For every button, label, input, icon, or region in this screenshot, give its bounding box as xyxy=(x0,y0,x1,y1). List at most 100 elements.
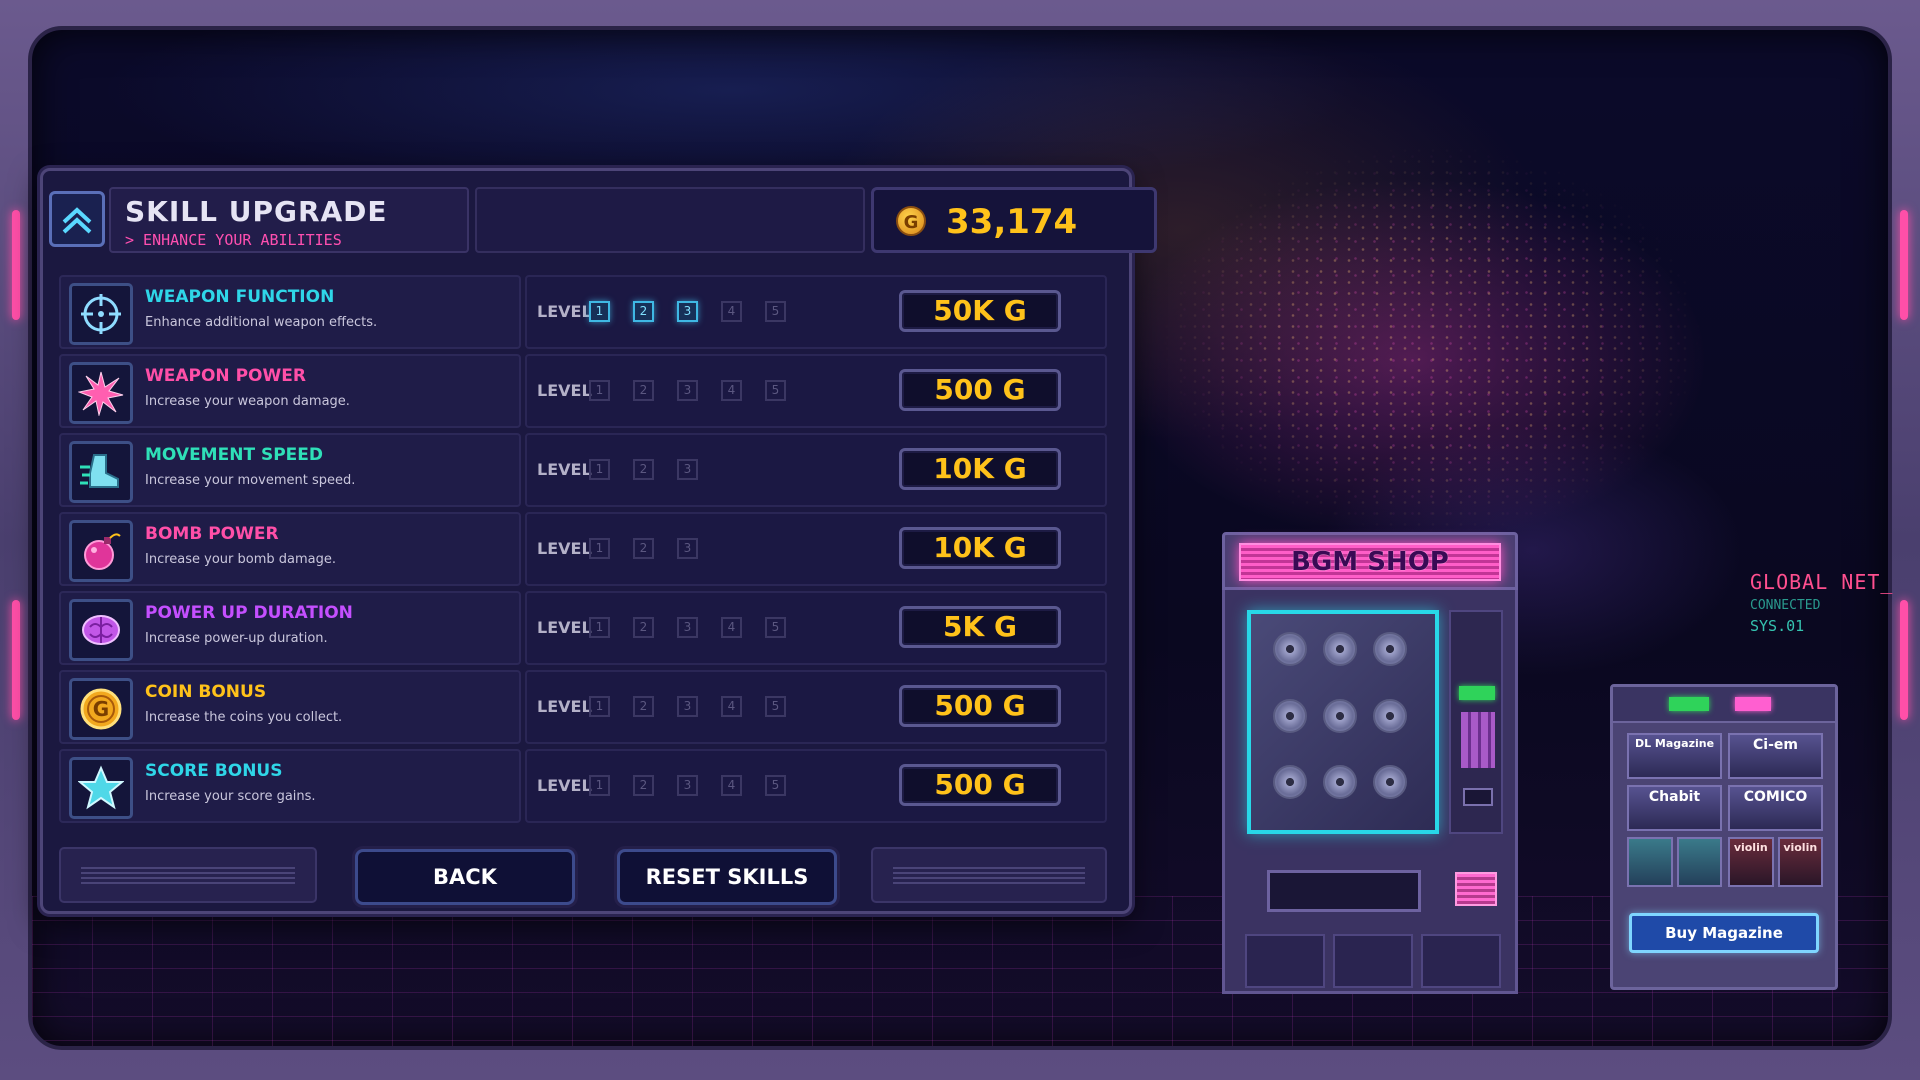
buy-upgrade-button[interactable]: 10K G xyxy=(899,527,1061,569)
level-cell: 2 xyxy=(633,301,654,322)
skill-list: WEAPON FUNCTION Enhance additional weapon… xyxy=(59,275,1123,828)
status-led-pink xyxy=(1735,697,1771,711)
left-neon-light xyxy=(12,210,20,320)
level-cell: 4 xyxy=(721,775,742,796)
bgm-shop-header: BGM SHOP xyxy=(1222,532,1518,590)
level-cell: 1 xyxy=(589,696,610,717)
upgrade-chevron-icon xyxy=(49,191,105,247)
level-cell: 5 xyxy=(765,301,786,322)
back-button[interactable]: BACK xyxy=(355,849,575,905)
level-cell: 1 xyxy=(589,538,610,559)
gold-coin-icon: G xyxy=(896,206,926,236)
level-cell: 1 xyxy=(589,617,610,638)
skill-description: Increase your weapon damage. xyxy=(145,394,350,409)
level-cell: 2 xyxy=(633,538,654,559)
buy-upgrade-button[interactable]: 500 G xyxy=(899,369,1061,411)
skill-info: MOVEMENT SPEED Increase your movement spe… xyxy=(59,433,521,507)
level-label: LEVEL xyxy=(537,460,592,479)
left-neon-light-lower xyxy=(12,600,20,720)
level-label: LEVEL xyxy=(537,381,592,400)
skill-row: SCORE BONUS Increase your score gains. LEV… xyxy=(59,749,1123,823)
level-cell: 2 xyxy=(633,459,654,480)
level-label: LEVEL xyxy=(537,539,592,558)
panel-header: SKILL UPGRADE > ENHANCE YOUR ABILITIES G… xyxy=(49,185,1157,267)
global-net-status: CONNECTED xyxy=(1750,598,1821,613)
coin-icon: G xyxy=(69,678,133,740)
level-label: LEVEL xyxy=(537,618,592,637)
level-label: LEVEL xyxy=(537,302,592,321)
skill-info: G COIN BONUS Increase the coins you collec… xyxy=(59,670,521,744)
global-net-sys: SYS.01 xyxy=(1750,617,1805,635)
skill-name: BOMB POWER xyxy=(145,524,279,544)
magazine-cover[interactable] xyxy=(1627,837,1673,887)
title-box: SKILL UPGRADE > ENHANCE YOUR ABILITIES xyxy=(109,187,469,253)
buy-upgrade-button[interactable]: 500 G xyxy=(899,685,1061,727)
level-indicators: 1 2 3 4 5 xyxy=(589,775,786,796)
skill-level-box: LEVEL 1 2 3 4 5 500 G xyxy=(525,354,1107,428)
brain-icon xyxy=(69,599,133,661)
magazine-item[interactable]: violin xyxy=(1777,837,1823,887)
level-cell: 3 xyxy=(677,538,698,559)
bgm-shop-machine[interactable]: BGM SHOP xyxy=(1222,532,1518,994)
speaker-vent xyxy=(1455,872,1497,906)
bgm-shop-title: BGM SHOP xyxy=(1291,547,1449,577)
keypad xyxy=(1461,712,1495,768)
buy-magazine-button[interactable]: Buy Magazine xyxy=(1629,913,1819,953)
bgm-shop-sign: BGM SHOP xyxy=(1239,543,1501,581)
skill-level-box: LEVEL 1 2 3 4 5 50K G xyxy=(525,275,1107,349)
skill-row: BOMB POWER Increase your bomb damage. LEVE… xyxy=(59,512,1123,586)
skill-row: G COIN BONUS Increase the coins you collec… xyxy=(59,670,1123,744)
footer-decor-right xyxy=(871,847,1107,903)
level-indicators: 1 2 3 4 5 xyxy=(589,617,786,638)
skill-description: Increase your score gains. xyxy=(145,789,316,804)
skill-level-box: LEVEL 1 2 3 4 5 5K G xyxy=(525,591,1107,665)
level-cell: 3 xyxy=(677,775,698,796)
status-led-green xyxy=(1669,697,1709,711)
bgm-shop-body xyxy=(1222,590,1518,994)
music-disc-icon xyxy=(1373,765,1407,800)
magazine-item[interactable]: COMICO xyxy=(1728,785,1823,831)
magazine-item[interactable]: Ci-em xyxy=(1728,733,1823,779)
skill-upgrade-panel: SKILL UPGRADE > ENHANCE YOUR ABILITIES G… xyxy=(40,168,1157,914)
skill-description: Increase the coins you collect. xyxy=(145,710,343,725)
reset-skills-button[interactable]: RESET SKILLS xyxy=(617,849,837,905)
bomb-icon xyxy=(69,520,133,582)
magazine-cover[interactable] xyxy=(1676,837,1722,887)
buy-upgrade-button[interactable]: 10K G xyxy=(899,448,1061,490)
skill-description: Enhance additional weapon effects. xyxy=(145,315,378,330)
music-disc-icon xyxy=(1373,632,1407,666)
level-cell: 5 xyxy=(765,380,786,401)
buy-upgrade-button[interactable]: 500 G xyxy=(899,764,1061,806)
level-cell: 4 xyxy=(721,380,742,401)
global-net-title: GLOBAL NET_ xyxy=(1750,570,1894,594)
skill-row: POWER UP DURATION Increase power-up durat… xyxy=(59,591,1123,665)
music-disc-icon xyxy=(1273,765,1307,800)
bgm-disc-display[interactable] xyxy=(1247,610,1439,834)
magazine-item[interactable]: violin xyxy=(1728,837,1774,887)
buy-upgrade-button[interactable]: 5K G xyxy=(899,606,1061,648)
footer-decor-left xyxy=(59,847,317,903)
skill-name: WEAPON FUNCTION xyxy=(145,287,335,307)
level-cell: 5 xyxy=(765,775,786,796)
level-cell: 2 xyxy=(633,775,654,796)
music-disc-icon xyxy=(1323,632,1357,666)
panel-footer: BACK RESET SKILLS xyxy=(49,839,1125,909)
level-indicators: 1 2 3 xyxy=(589,459,698,480)
dispense-tray xyxy=(1267,870,1421,912)
skill-description: Increase power-up duration. xyxy=(145,631,328,646)
magazine-item[interactable]: Chabit xyxy=(1627,785,1722,831)
level-label: LEVEL xyxy=(537,697,592,716)
magazine-rack: DL Magazine Ci-em Chabit COMICO violin v… xyxy=(1610,684,1838,990)
level-cell: 5 xyxy=(765,696,786,717)
star-icon xyxy=(69,757,133,819)
skill-info: POWER UP DURATION Increase power-up durat… xyxy=(59,591,521,665)
level-indicators: 1 2 3 4 5 xyxy=(589,301,786,322)
skill-name: MOVEMENT SPEED xyxy=(145,445,323,465)
skill-description: Increase your movement speed. xyxy=(145,473,356,488)
magazine-item[interactable]: DL Magazine xyxy=(1627,733,1722,779)
level-cell: 4 xyxy=(721,617,742,638)
coin-balance: G 33,174 xyxy=(871,187,1157,253)
buy-upgrade-button[interactable]: 50K G xyxy=(899,290,1061,332)
skill-name: WEAPON POWER xyxy=(145,366,306,386)
skill-info: BOMB POWER Increase your bomb damage. xyxy=(59,512,521,586)
